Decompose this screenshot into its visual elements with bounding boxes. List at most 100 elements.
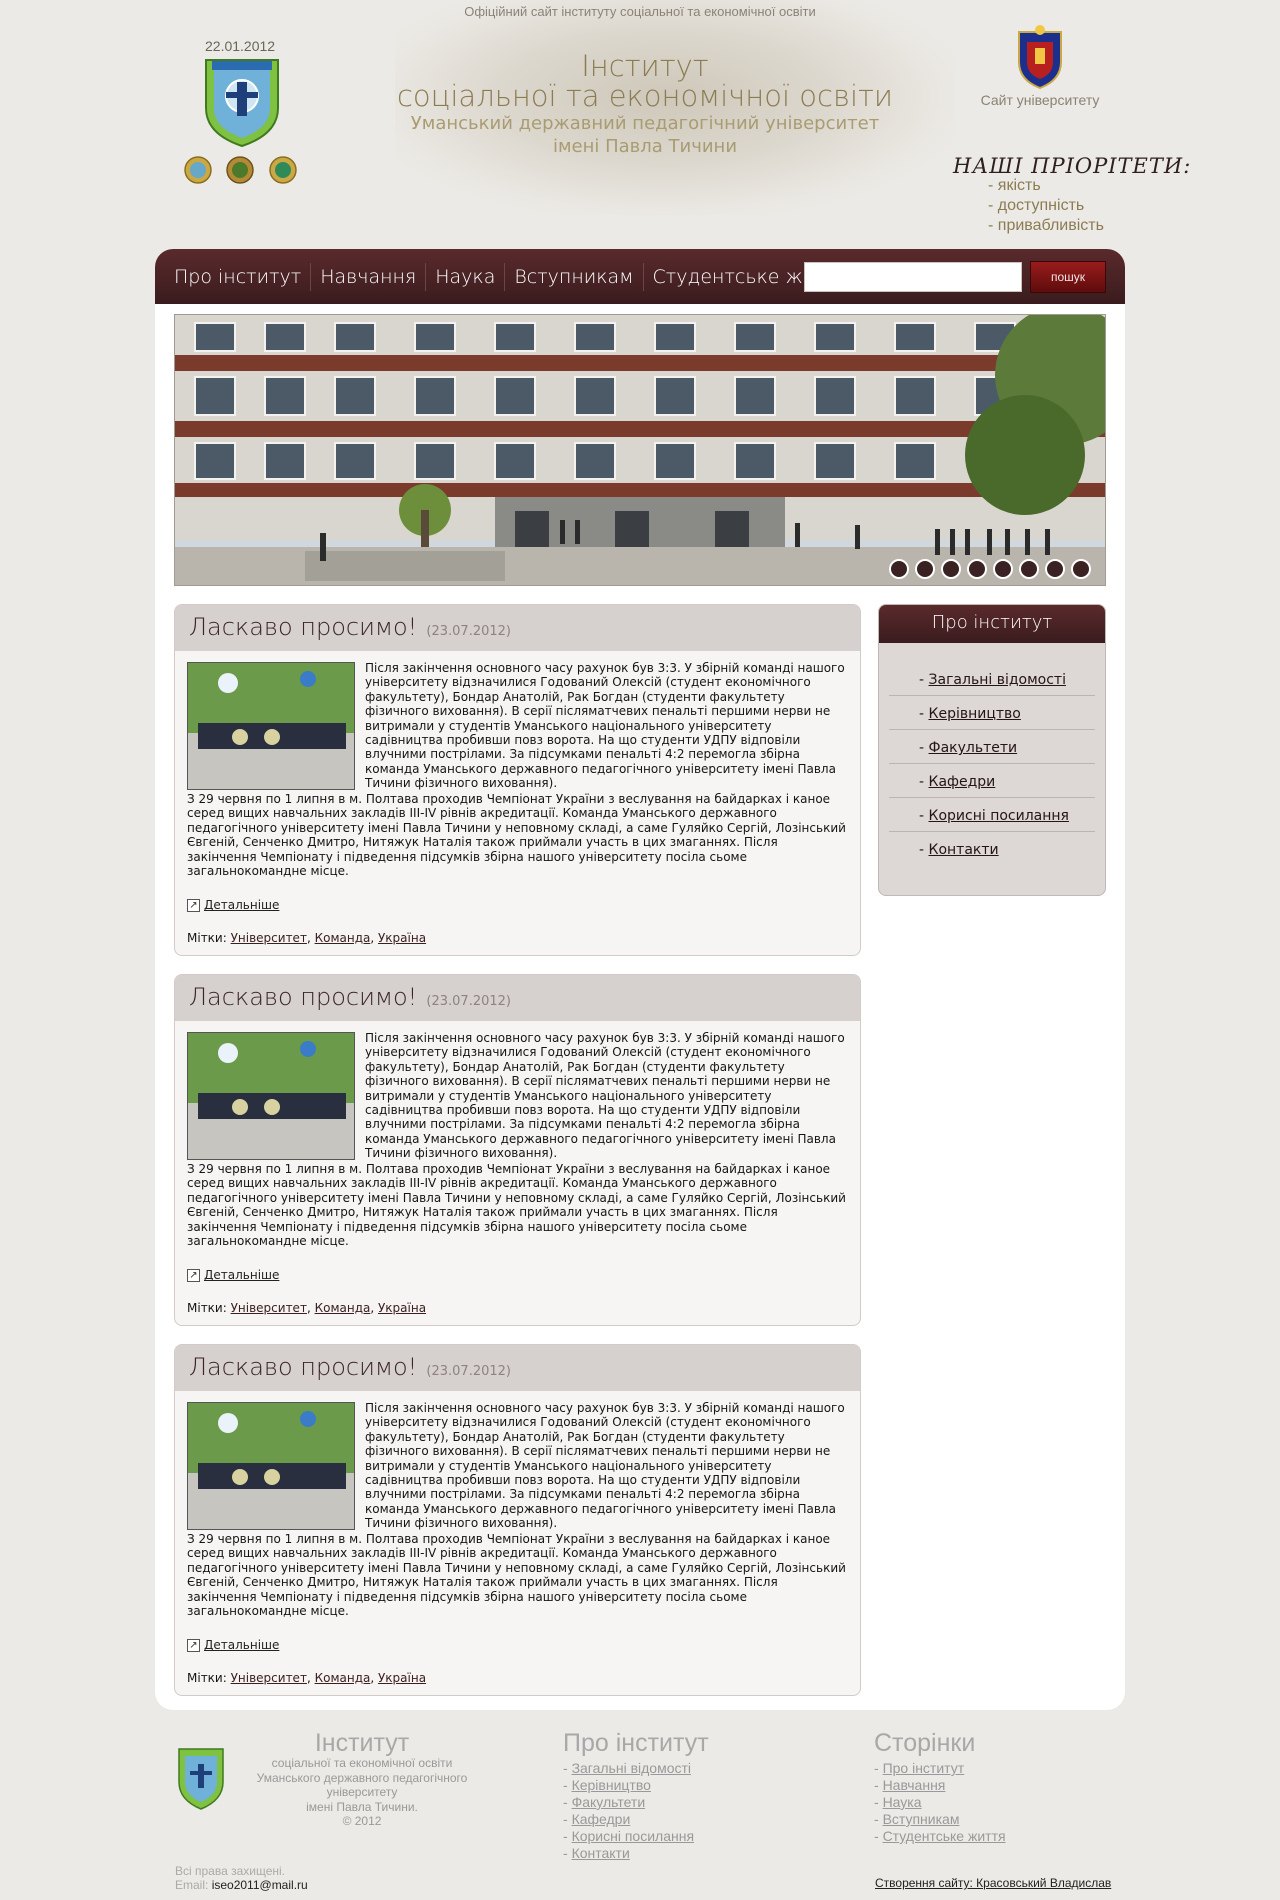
university-emblem[interactable] xyxy=(1013,24,1067,90)
nav-item-applicants[interactable]: Вступникам xyxy=(504,263,642,291)
footer-pages-column: Сторінки - Про інститут - Навчання - Нау… xyxy=(874,1730,1006,1845)
sidebar-item-contacts[interactable]: - Контакти xyxy=(889,832,1095,866)
slider-dot[interactable] xyxy=(1045,559,1065,579)
sidebar-item-label[interactable]: Контакти xyxy=(929,842,999,858)
footer-link: - Про інститут xyxy=(874,1760,965,1776)
sidebar-item-label[interactable]: Керівництво xyxy=(929,706,1021,722)
footer-link-label[interactable]: Корисні посилання xyxy=(572,1828,694,1844)
sidebar-item-departments[interactable]: - Кафедри xyxy=(889,764,1095,798)
footer-link-label[interactable]: Кафедри xyxy=(572,1811,631,1827)
footer-email-address[interactable]: iseo2011@mail.ru xyxy=(212,1878,308,1892)
post-tags: Мітки: Університет, Команда, Україна xyxy=(187,930,427,945)
slider-dot[interactable] xyxy=(889,559,909,579)
footer-link-label[interactable]: Загальні відомості xyxy=(572,1760,691,1776)
read-more-link[interactable]: Детальніше xyxy=(204,1268,279,1282)
site-title: Інститут соціальної та економічної освіт… xyxy=(395,52,895,158)
post-photo[interactable] xyxy=(187,1402,355,1530)
footer-credit-link[interactable]: Створення сайту: Красовський Владислав xyxy=(875,1876,1111,1890)
post-paragraph: З 29 червня по 1 липня в м. Полтава прох… xyxy=(187,1532,846,1619)
footer-link-label[interactable]: Про інститут xyxy=(883,1760,965,1776)
sidebar-item-general-info[interactable]: - Загальні відомості xyxy=(889,662,1095,696)
tag-link[interactable]: Команда xyxy=(315,1301,371,1315)
post-title[interactable]: Ласкаво просимо! xyxy=(189,983,417,1011)
footer-link-label[interactable]: Вступникам xyxy=(883,1811,960,1827)
slider-dot[interactable] xyxy=(1019,559,1039,579)
sidebar-item-useful-links[interactable]: - Корисні посилання xyxy=(889,798,1095,832)
institute-logo[interactable] xyxy=(202,56,282,148)
footer-link: - Вступникам xyxy=(874,1811,960,1827)
nav-item-science[interactable]: Наука xyxy=(425,263,504,291)
footer-institute-title: Інститут xyxy=(314,1729,410,1757)
tag-link[interactable]: Україна xyxy=(378,1671,426,1685)
tags-label: Мітки: xyxy=(187,1300,227,1315)
read-more-link[interactable]: Детальніше xyxy=(204,1638,279,1652)
slider-dot[interactable] xyxy=(941,559,961,579)
tag-link[interactable]: Україна xyxy=(378,931,426,945)
search-input[interactable] xyxy=(804,262,1022,292)
tag-link[interactable]: Університет xyxy=(231,931,307,945)
post-body: Після закінчення основного часу рахунок … xyxy=(175,1391,860,1695)
footer-about-column: Про інститут - Загальні відомості - Кері… xyxy=(563,1730,709,1862)
slider-dot[interactable] xyxy=(967,559,987,579)
medal-icon xyxy=(226,156,254,184)
footer-institute-info: Інститут соціальної та економічної освіт… xyxy=(238,1730,486,1829)
sidebar-item-label[interactable]: Корисні посилання xyxy=(929,808,1069,824)
main-content-card: Про інститут Навчання Наука Вступникам С… xyxy=(155,249,1125,1710)
footer-institute-line: імені Павла Тичини. xyxy=(306,1799,418,1814)
header-top-note: Офіційний сайт інституту соціальної та е… xyxy=(464,4,816,19)
more-row: ↗ Детальніше xyxy=(187,898,848,912)
university-site-link[interactable]: Сайт університету xyxy=(970,92,1110,108)
news-post: Ласкаво просимо! (23.07.2012) Після закі… xyxy=(174,604,861,956)
priorities-title: НАШІ ПРІОРІТЕТИ: xyxy=(953,154,1192,178)
sidebar-block: Про інститут - Загальні відомості - Кері… xyxy=(878,604,1106,896)
post-body: Після закінчення основного часу рахунок … xyxy=(175,1021,860,1325)
post-title[interactable]: Ласкаво просимо! xyxy=(189,613,417,641)
slider-dot[interactable] xyxy=(1071,559,1091,579)
footer-email-label: Email: xyxy=(175,1878,209,1892)
tag-link[interactable]: Україна xyxy=(378,1301,426,1315)
slider-dot[interactable] xyxy=(915,559,935,579)
post-photo[interactable] xyxy=(187,1032,355,1160)
priority-item: - доступність xyxy=(988,197,1085,214)
footer-link-label[interactable]: Контакти xyxy=(572,1845,630,1861)
footer-institute-line: університету xyxy=(326,1785,398,1799)
tag-link[interactable]: Університет xyxy=(231,1301,307,1315)
external-link-icon: ↗ xyxy=(187,1269,200,1283)
tag-link[interactable]: Університет xyxy=(231,1671,307,1685)
footer-link: - Студентське життя xyxy=(874,1828,1006,1844)
post-header: Ласкаво просимо! (23.07.2012) xyxy=(175,975,860,1021)
post-title[interactable]: Ласкаво просимо! xyxy=(189,1353,417,1381)
tag-link[interactable]: Команда xyxy=(315,931,371,945)
news-post: Ласкаво просимо! (23.07.2012) Після закі… xyxy=(174,974,861,1326)
sidebar-item-label[interactable]: Кафедри xyxy=(929,774,996,790)
nav-item-study[interactable]: Навчання xyxy=(310,263,425,291)
sidebar-item-faculties[interactable]: - Факультети xyxy=(889,730,1095,764)
sidebar-item-label[interactable]: Факультети xyxy=(929,740,1018,756)
slider-dot[interactable] xyxy=(993,559,1013,579)
footer-institute-line: © 2012 xyxy=(342,1814,382,1828)
site-subtitle-line2: імені Павла Тичини xyxy=(552,136,738,157)
footer-link-label[interactable]: Наука xyxy=(883,1794,922,1810)
sidebar-item-management[interactable]: - Керівництво xyxy=(889,696,1095,730)
more-row: ↗ Детальніше xyxy=(187,1268,848,1282)
main-navbar: Про інститут Навчання Наука Вступникам С… xyxy=(155,249,1125,304)
footer-link: - Навчання xyxy=(874,1777,946,1793)
post-header: Ласкаво просимо! (23.07.2012) xyxy=(175,605,860,651)
footer-link: - Факультети xyxy=(563,1794,646,1810)
read-more-link[interactable]: Детальніше xyxy=(204,898,279,912)
priorities-list: - якість - доступність - привабливість xyxy=(988,176,1104,236)
post-tags: Мітки: Університет, Команда, Україна xyxy=(187,1300,427,1315)
footer-link-label[interactable]: Студентське життя xyxy=(883,1828,1006,1844)
search-button[interactable]: пошук xyxy=(1030,261,1106,293)
post-photo[interactable] xyxy=(187,662,355,790)
post-date: (23.07.2012) xyxy=(426,994,511,1009)
footer-link-label[interactable]: Навчання xyxy=(883,1777,946,1793)
slider-dots xyxy=(889,559,1091,579)
tag-link[interactable]: Команда xyxy=(315,1671,371,1685)
sidebar-item-label[interactable]: Загальні відомості xyxy=(929,672,1066,688)
footer-link-label[interactable]: Факультети xyxy=(572,1794,646,1810)
nav-item-about[interactable]: Про інститут xyxy=(165,263,310,291)
post-paragraph: З 29 червня по 1 липня в м. Полтава прох… xyxy=(187,1162,846,1249)
footer-link-label[interactable]: Керівництво xyxy=(572,1777,651,1793)
footer-link: - Корисні посилання xyxy=(563,1828,695,1844)
